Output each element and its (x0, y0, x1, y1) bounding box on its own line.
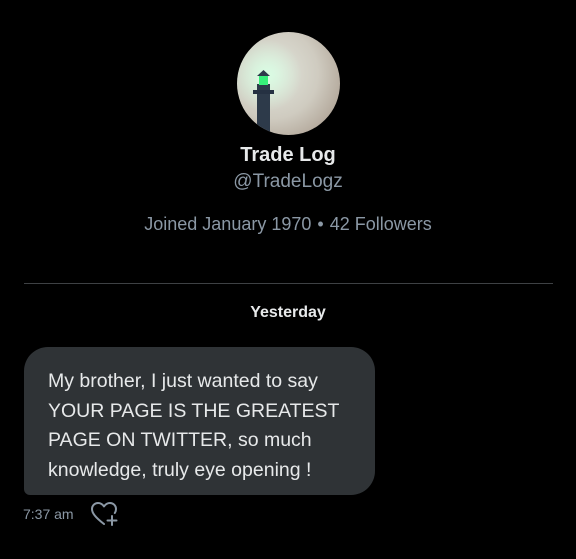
profile-display-name[interactable]: Trade Log (0, 143, 576, 167)
add-reaction-button[interactable] (90, 500, 120, 528)
profile-divider (24, 283, 553, 284)
date-separator: Yesterday (250, 304, 326, 321)
message-timestamp: 7:37 am (23, 506, 74, 522)
joined-date: Joined January 1970 (144, 214, 312, 234)
heart-plus-icon (91, 502, 118, 526)
message-bubble[interactable]: My brother, I just wanted to say YOUR PA… (24, 347, 375, 495)
profile-handle: @TradeLogz (233, 171, 343, 192)
lighthouse-in-fog-avatar-image (237, 32, 340, 135)
meta-separator: • (317, 214, 324, 234)
followers-count[interactable]: 42 Followers (330, 214, 432, 234)
profile-meta: Joined January 1970 • 42 Followers (0, 212, 576, 236)
profile-avatar[interactable] (237, 32, 340, 135)
